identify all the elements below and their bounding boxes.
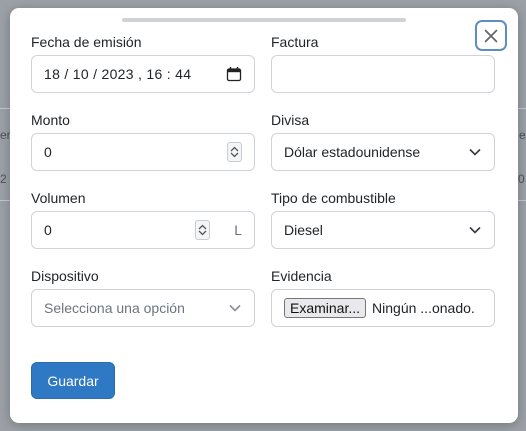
stepper-down-icon[interactable]: [198, 230, 207, 236]
dispositivo-label: Dispositivo: [31, 268, 99, 284]
divisa-label: Divisa: [271, 112, 310, 128]
dispositivo-placeholder: Selecciona una opción: [44, 300, 185, 316]
tipo-combustible-label: Tipo de combustible: [271, 190, 396, 206]
monto-value: 0: [44, 144, 52, 160]
monto-label: Monto: [31, 112, 70, 128]
volumen-stepper[interactable]: [195, 220, 211, 240]
fecha-emision-input[interactable]: 18 / 10 / 2023 , 16 : 44: [31, 55, 255, 93]
chevron-down-icon: [469, 226, 481, 234]
stepper-down-icon[interactable]: [230, 152, 239, 158]
close-icon: [484, 29, 498, 42]
tipo-combustible-select[interactable]: Diesel: [271, 211, 495, 249]
close-button[interactable]: [475, 20, 507, 51]
evidencia-label: Evidencia: [271, 268, 332, 284]
factura-input[interactable]: [271, 55, 495, 93]
drag-handle[interactable]: [122, 18, 406, 22]
evidencia-file-input[interactable]: Examinar... Ningún ...onado.: [271, 289, 495, 327]
fecha-emision-label: Fecha de emisión: [31, 34, 142, 50]
browse-button[interactable]: Examinar...: [284, 298, 367, 318]
background-text-fragment: 0: [518, 172, 525, 186]
volumen-value: 0: [44, 222, 52, 238]
monto-stepper[interactable]: [227, 142, 242, 162]
save-button[interactable]: Guardar: [31, 362, 115, 399]
monto-input[interactable]: 0: [31, 133, 255, 171]
volumen-label: Volumen: [31, 190, 86, 206]
dispositivo-select[interactable]: Selecciona una opción: [31, 289, 255, 327]
file-status-text: Ningún ...onado.: [372, 300, 475, 316]
tipo-combustible-value: Diesel: [284, 222, 323, 238]
fuel-expense-modal: Fecha de emisión 18 / 10 / 2023 , 16 : 4…: [10, 8, 518, 423]
fecha-emision-value: 18 / 10 / 2023 , 16 : 44: [44, 66, 192, 82]
chevron-down-icon: [229, 304, 241, 312]
divisa-value: Dólar estadounidense: [284, 144, 421, 160]
background-text-fragment: 2: [0, 172, 7, 186]
volumen-unit: L: [234, 222, 242, 238]
divisa-select[interactable]: Dólar estadounidense: [271, 133, 495, 171]
calendar-icon[interactable]: [226, 66, 242, 82]
volumen-input[interactable]: 0 L: [31, 211, 255, 249]
factura-label: Factura: [271, 34, 319, 50]
background-text-fragment: e: [519, 128, 526, 142]
chevron-down-icon: [469, 148, 481, 156]
